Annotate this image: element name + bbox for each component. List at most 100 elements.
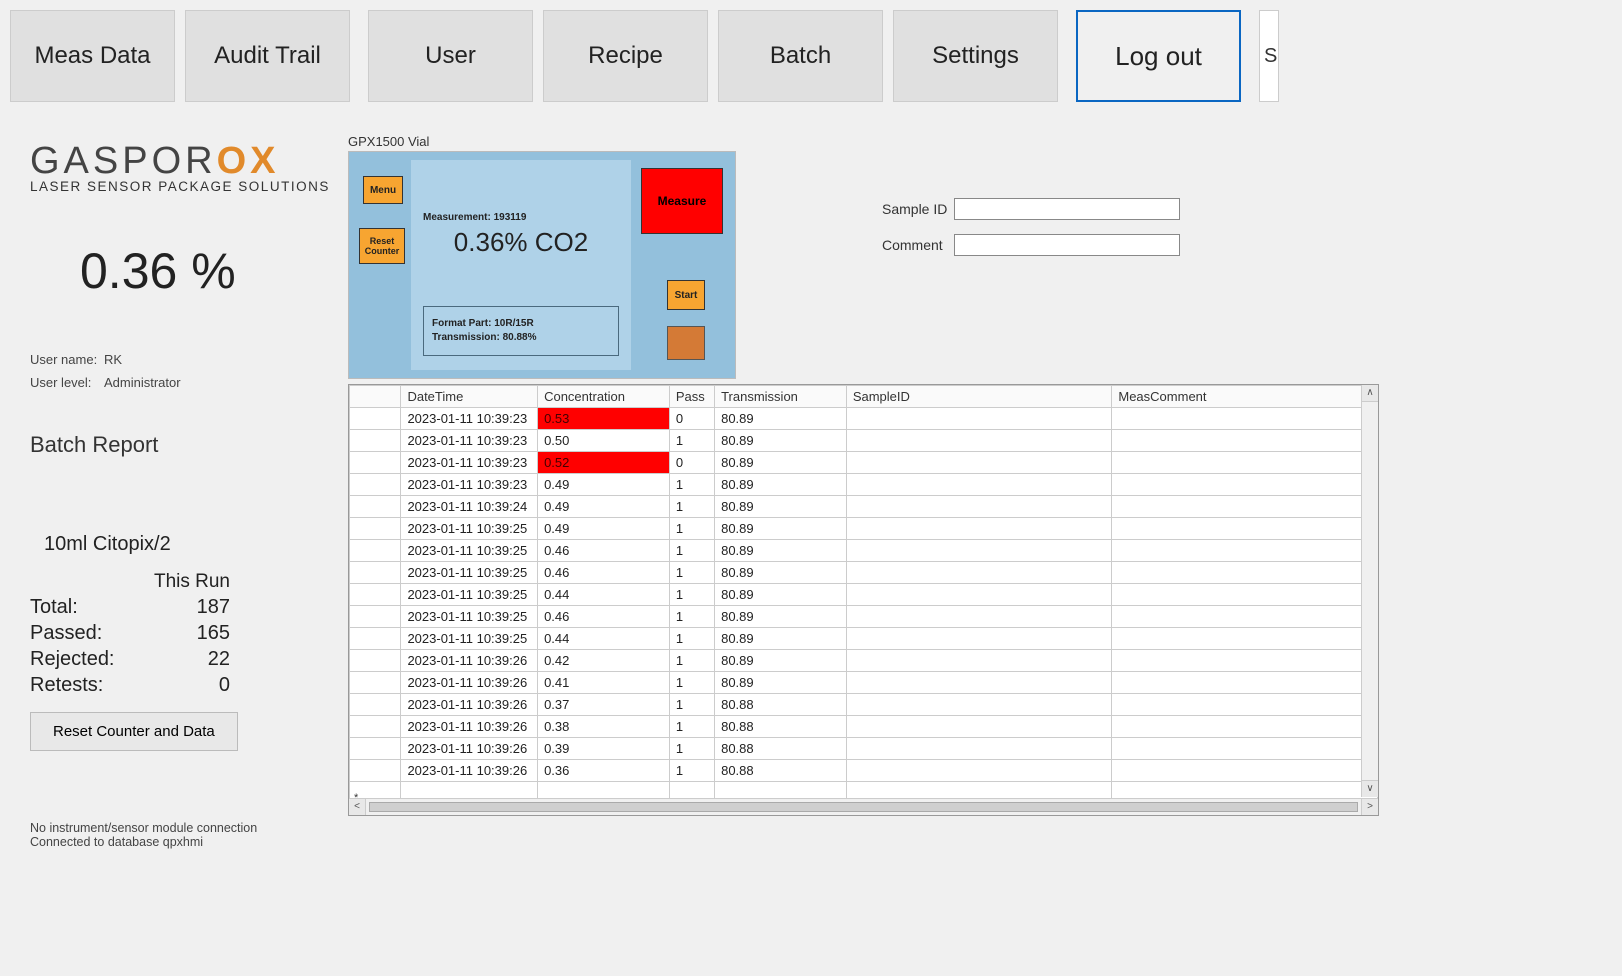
- device-reset-counter-button[interactable]: Reset Counter: [359, 228, 405, 264]
- table-cell[interactable]: 2023-01-11 10:39:26: [401, 716, 538, 738]
- table-row[interactable]: 2023-01-11 10:39:250.46180.89: [350, 562, 1378, 584]
- table-cell[interactable]: 80.89: [715, 474, 847, 496]
- table-cell[interactable]: [846, 716, 1112, 738]
- table-cell[interactable]: [846, 518, 1112, 540]
- table-cell[interactable]: 80.88: [715, 716, 847, 738]
- table-cell[interactable]: 0.53: [538, 408, 670, 430]
- table-cell[interactable]: [846, 760, 1112, 782]
- table-row[interactable]: 2023-01-11 10:39:250.44180.89: [350, 584, 1378, 606]
- table-cell[interactable]: 0.46: [538, 562, 670, 584]
- table-cell[interactable]: [846, 584, 1112, 606]
- table-row[interactable]: 2023-01-11 10:39:260.41180.89: [350, 672, 1378, 694]
- table-row[interactable]: 2023-01-11 10:39:230.50180.89: [350, 430, 1378, 452]
- table-cell[interactable]: [350, 408, 401, 430]
- scrollbar-thumb[interactable]: [369, 802, 1358, 812]
- table-cell[interactable]: 1: [669, 650, 714, 672]
- table-cell[interactable]: [350, 496, 401, 518]
- table-cell[interactable]: [350, 452, 401, 474]
- table-cell[interactable]: 80.89: [715, 430, 847, 452]
- table-cell[interactable]: [846, 496, 1112, 518]
- table-cell[interactable]: 0.49: [538, 496, 670, 518]
- nav-user[interactable]: User: [368, 10, 533, 102]
- table-cell[interactable]: 0.39: [538, 738, 670, 760]
- table-cell[interactable]: 0.44: [538, 584, 670, 606]
- table-cell[interactable]: [350, 474, 401, 496]
- table-cell[interactable]: 1: [669, 496, 714, 518]
- table-cell[interactable]: [846, 452, 1112, 474]
- table-cell[interactable]: 80.88: [715, 694, 847, 716]
- device-measure-button[interactable]: Measure: [641, 168, 723, 234]
- table-cell[interactable]: [1112, 408, 1378, 430]
- table-cell[interactable]: [1112, 650, 1378, 672]
- sample-id-input[interactable]: [954, 198, 1180, 220]
- table-cell[interactable]: 80.89: [715, 408, 847, 430]
- table-cell[interactable]: [350, 540, 401, 562]
- table-cell[interactable]: [846, 628, 1112, 650]
- nav-right-partial[interactable]: S: [1259, 10, 1279, 102]
- table-cell[interactable]: 0.37: [538, 694, 670, 716]
- table-cell[interactable]: [846, 694, 1112, 716]
- table-cell[interactable]: 80.88: [715, 760, 847, 782]
- table-cell[interactable]: [1112, 562, 1378, 584]
- col-datetime[interactable]: DateTime: [401, 386, 538, 408]
- nav-batch[interactable]: Batch: [718, 10, 883, 102]
- table-cell[interactable]: 2023-01-11 10:39:23: [401, 474, 538, 496]
- table-row[interactable]: 2023-01-11 10:39:240.49180.89: [350, 496, 1378, 518]
- device-start-button[interactable]: Start: [667, 280, 705, 310]
- table-cell[interactable]: 1: [669, 738, 714, 760]
- table-cell[interactable]: [1112, 496, 1378, 518]
- table-cell[interactable]: [846, 562, 1112, 584]
- table-cell[interactable]: 2023-01-11 10:39:26: [401, 694, 538, 716]
- table-cell[interactable]: [350, 430, 401, 452]
- table-cell[interactable]: 80.89: [715, 584, 847, 606]
- table-cell[interactable]: [1112, 452, 1378, 474]
- table-cell[interactable]: 0.50: [538, 430, 670, 452]
- table-row[interactable]: 2023-01-11 10:39:250.46180.89: [350, 606, 1378, 628]
- table-cell[interactable]: [846, 474, 1112, 496]
- table-cell[interactable]: [846, 408, 1112, 430]
- col-transmission[interactable]: Transmission: [715, 386, 847, 408]
- table-cell[interactable]: [350, 584, 401, 606]
- table-cell[interactable]: [1112, 540, 1378, 562]
- table-cell[interactable]: [350, 738, 401, 760]
- table-cell[interactable]: [350, 694, 401, 716]
- table-cell[interactable]: 1: [669, 562, 714, 584]
- table-cell[interactable]: [1112, 694, 1378, 716]
- table-row[interactable]: 2023-01-11 10:39:260.36180.88: [350, 760, 1378, 782]
- table-cell[interactable]: 2023-01-11 10:39:25: [401, 584, 538, 606]
- table-cell[interactable]: 2023-01-11 10:39:26: [401, 738, 538, 760]
- table-cell[interactable]: [846, 738, 1112, 760]
- table-cell[interactable]: [350, 518, 401, 540]
- table-cell[interactable]: [350, 760, 401, 782]
- table-cell[interactable]: [1112, 628, 1378, 650]
- table-row[interactable]: 2023-01-11 10:39:250.49180.89: [350, 518, 1378, 540]
- nav-audit-trail[interactable]: Audit Trail: [185, 10, 350, 102]
- table-cell[interactable]: 80.89: [715, 628, 847, 650]
- col-concentration[interactable]: Concentration: [538, 386, 670, 408]
- table-row[interactable]: 2023-01-11 10:39:230.49180.89: [350, 474, 1378, 496]
- scrollbar-vertical[interactable]: [1361, 385, 1378, 797]
- table-cell[interactable]: [1112, 716, 1378, 738]
- table-cell[interactable]: 1: [669, 540, 714, 562]
- col-meascomment[interactable]: MeasComment: [1112, 386, 1378, 408]
- table-cell[interactable]: 1: [669, 474, 714, 496]
- table-cell[interactable]: 0.49: [538, 518, 670, 540]
- table-cell[interactable]: 80.89: [715, 496, 847, 518]
- device-menu-button[interactable]: Menu: [363, 176, 403, 204]
- table-cell[interactable]: 1: [669, 672, 714, 694]
- table-cell[interactable]: 0.42: [538, 650, 670, 672]
- table-cell[interactable]: 1: [669, 518, 714, 540]
- table-cell[interactable]: [1112, 738, 1378, 760]
- table-cell[interactable]: 2023-01-11 10:39:25: [401, 606, 538, 628]
- table-cell[interactable]: 1: [669, 628, 714, 650]
- table-cell[interactable]: 80.89: [715, 518, 847, 540]
- table-cell[interactable]: 0.41: [538, 672, 670, 694]
- table-cell[interactable]: [350, 562, 401, 584]
- reset-counter-data-button[interactable]: Reset Counter and Data: [30, 712, 238, 751]
- table-cell[interactable]: 2023-01-11 10:39:23: [401, 430, 538, 452]
- table-cell[interactable]: 2023-01-11 10:39:26: [401, 672, 538, 694]
- table-cell[interactable]: [1112, 518, 1378, 540]
- table-cell[interactable]: 0: [669, 452, 714, 474]
- table-cell[interactable]: [846, 650, 1112, 672]
- nav-settings[interactable]: Settings: [893, 10, 1058, 102]
